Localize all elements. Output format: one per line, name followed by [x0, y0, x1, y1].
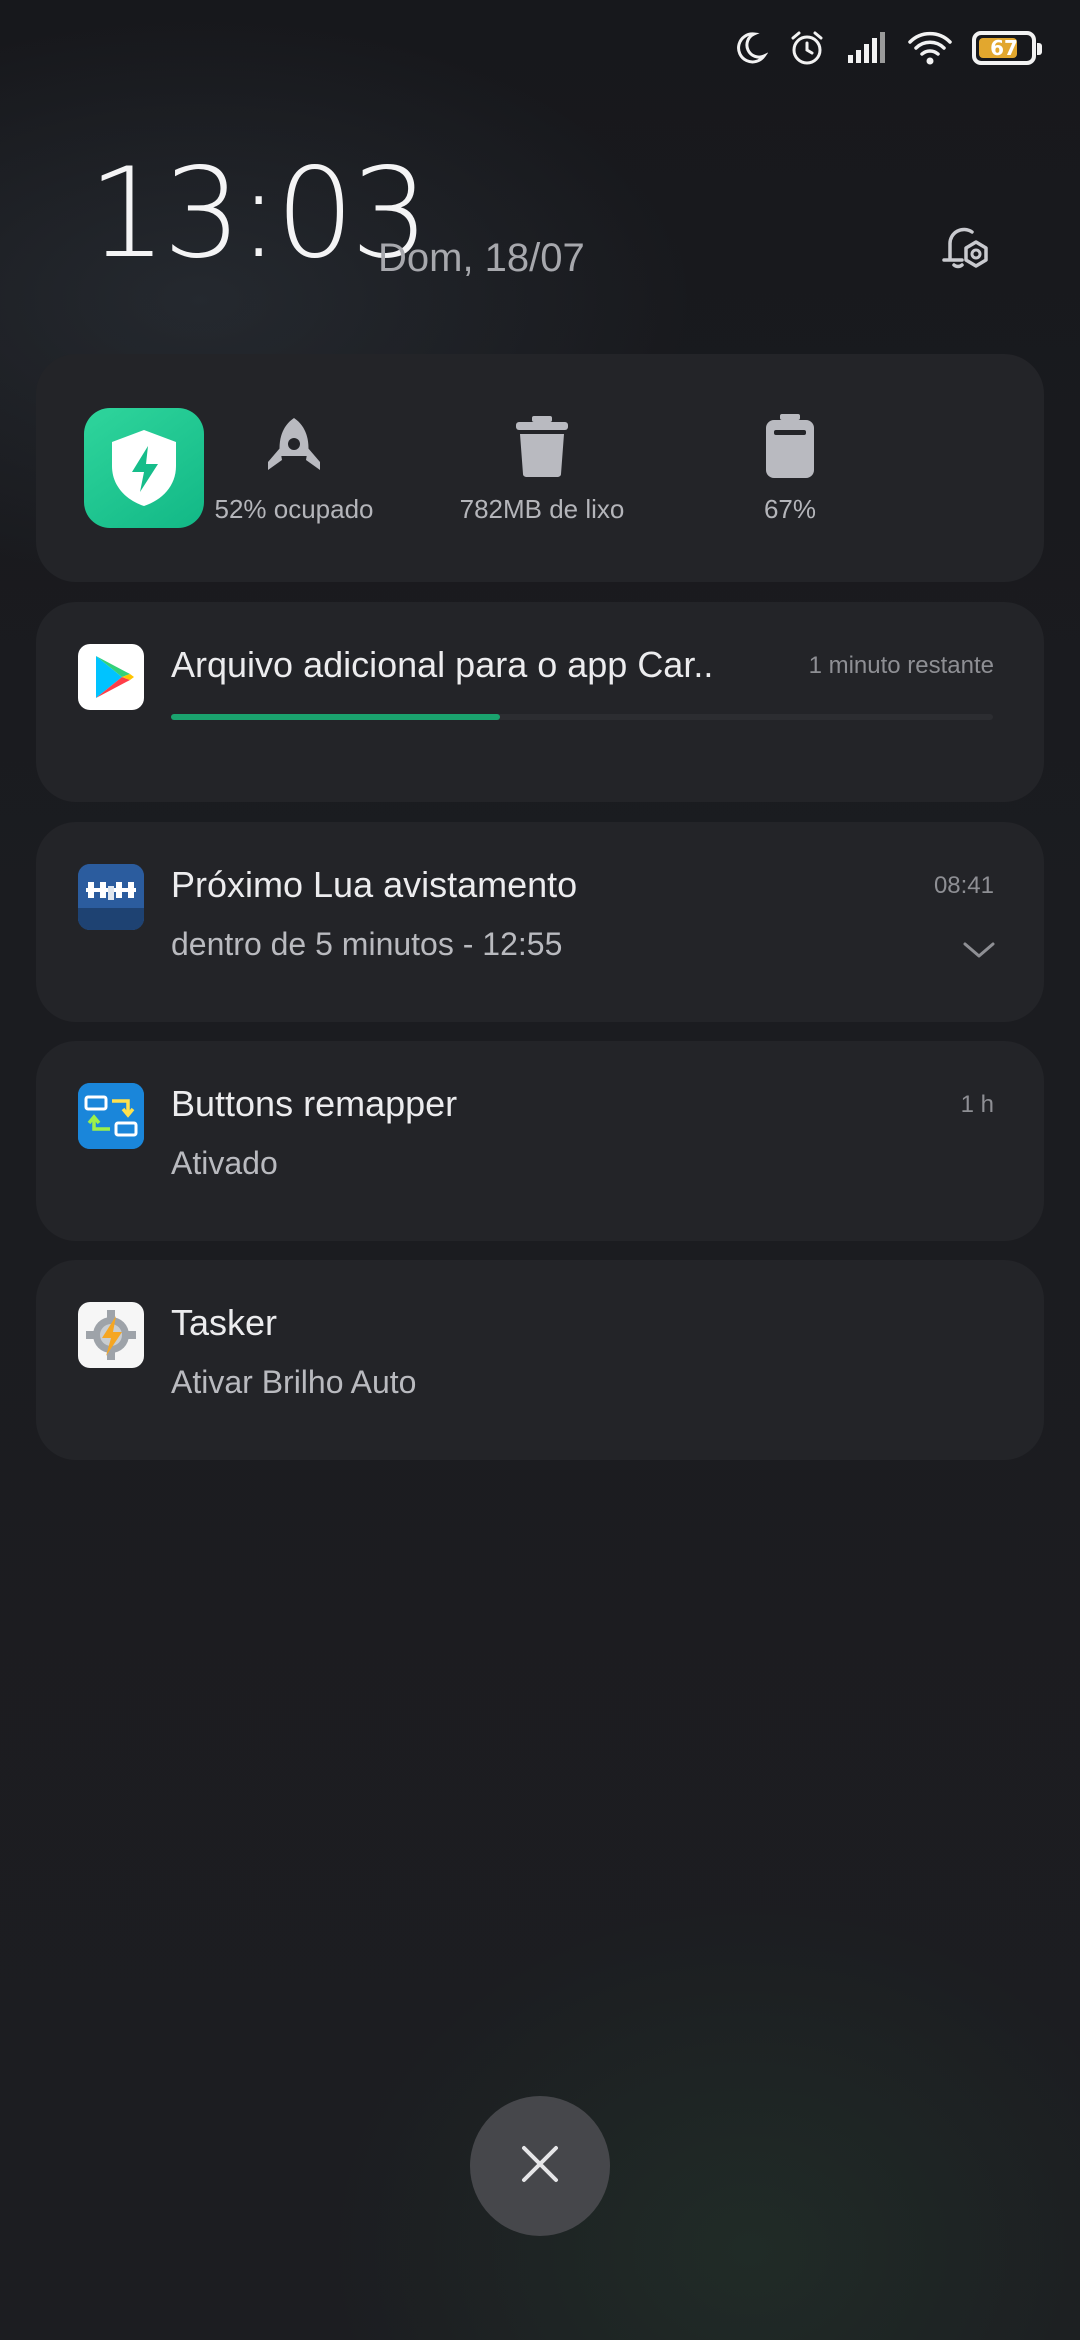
- battery-label: 67%: [763, 494, 817, 524]
- battery-level: 67: [990, 36, 1018, 60]
- wifi-icon: [908, 30, 952, 66]
- iss-detector-icon: [78, 864, 144, 930]
- clock-date: Dom, 18/07: [378, 236, 585, 280]
- battery-saver[interactable]: 67%: [660, 412, 920, 525]
- notification-title: Buttons remapper: [171, 1083, 458, 1124]
- clear-all-button[interactable]: [470, 2096, 610, 2236]
- signal-icon: [846, 31, 888, 65]
- quick-panel-card: 52% ocupado 782MB de lixo 67%: [36, 354, 1044, 582]
- rocket-icon: [164, 412, 424, 478]
- memory-label: 52% ocupado: [214, 494, 374, 524]
- notification-tasker[interactable]: Tasker Ativar Brilho Auto: [36, 1260, 1044, 1460]
- memory-booster[interactable]: 52% ocupado: [164, 412, 424, 525]
- notification-settings-icon[interactable]: [932, 218, 996, 282]
- notification-text: Ativar Brilho Auto: [171, 1364, 417, 1400]
- notification-play-store[interactable]: Arquivo adicional para o app Car.. 1 min…: [36, 602, 1044, 802]
- tasker-icon: [78, 1302, 144, 1368]
- cleaner-label: 782MB de lixo: [459, 494, 625, 524]
- notification-text: Ativado: [171, 1145, 278, 1181]
- download-progress-bar: [171, 714, 993, 720]
- battery-icon: 67: [972, 31, 1042, 65]
- notification-title: Tasker: [171, 1302, 278, 1343]
- buttons-remapper-icon: [78, 1083, 144, 1149]
- download-progress-fill: [171, 714, 500, 720]
- play-store-icon: [78, 644, 144, 710]
- status-bar: 67: [732, 28, 1042, 68]
- alarm-icon: [788, 29, 826, 67]
- notification-time: 1 h: [960, 1091, 994, 1118]
- moon-icon: [732, 30, 768, 66]
- notification-title: Próximo Lua avistamento: [171, 864, 578, 905]
- notification-time: 08:41: [933, 872, 994, 899]
- notification-buttons-remapper[interactable]: Buttons remapper Ativado 1 h: [36, 1041, 1044, 1241]
- clock-time: 13:03: [88, 142, 429, 286]
- trash-icon: [412, 412, 672, 478]
- notification-text: dentro de 5 minutos - 12:55: [171, 926, 563, 962]
- chevron-down-icon[interactable]: [962, 940, 996, 965]
- close-icon: [520, 2144, 560, 2189]
- notification-time: 1 minuto restante: [808, 652, 994, 679]
- battery-icon: [660, 412, 920, 478]
- notification-title: Arquivo adicional para o app Car..: [171, 644, 714, 685]
- notification-iss-detector[interactable]: Próximo Lua avistamento dentro de 5 minu…: [36, 822, 1044, 1022]
- cleaner[interactable]: 782MB de lixo: [412, 412, 672, 525]
